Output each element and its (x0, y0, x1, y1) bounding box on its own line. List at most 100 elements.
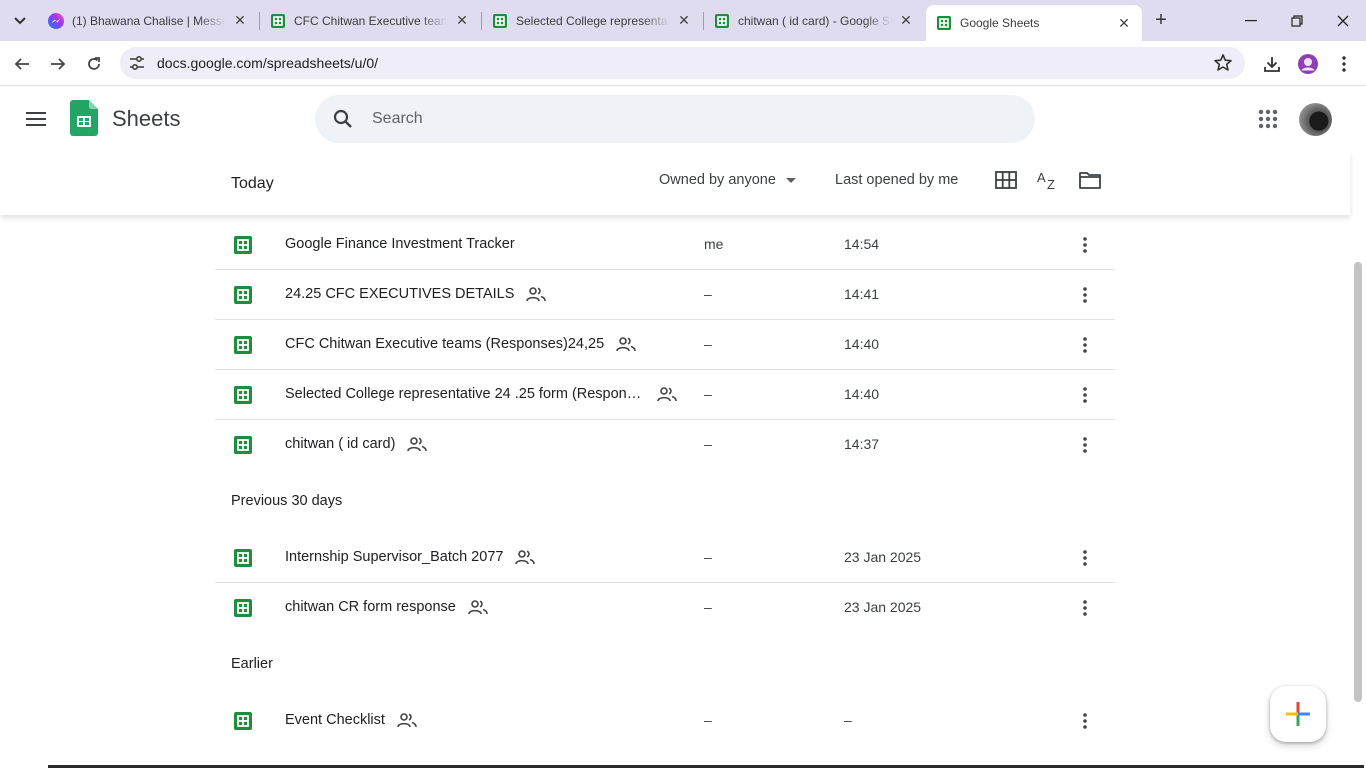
more-options-button[interactable] (1075, 433, 1095, 457)
scrollbar-thumb[interactable] (1354, 262, 1362, 702)
main-menu-icon[interactable] (22, 105, 50, 133)
more-options-button[interactable] (1075, 596, 1095, 620)
file-owner: – (704, 712, 712, 728)
tab-messenger[interactable]: (1) Bhawana Chalise | Messenger ✕ (38, 5, 258, 36)
more-options-button[interactable] (1075, 333, 1095, 357)
file-owner: – (704, 336, 712, 352)
tab-label: (1) Bhawana Chalise | Messenger (72, 13, 226, 28)
close-icon[interactable]: ✕ (232, 12, 248, 29)
sheets-icon (715, 13, 729, 28)
search-input[interactable]: Search (315, 95, 1035, 143)
file-row[interactable]: Google Finance Investment Tracker me 14:… (215, 220, 1115, 270)
bookmark-star-icon[interactable] (1213, 53, 1233, 73)
account-avatar[interactable] (1299, 103, 1332, 136)
restore-button[interactable] (1274, 0, 1320, 41)
file-list-header: Today Owned by anyone Last opened by me … (0, 151, 1350, 215)
kebab-menu-icon (1083, 713, 1087, 729)
google-apps-icon[interactable] (1256, 107, 1280, 131)
reload-icon (88, 57, 100, 70)
shared-people-icon (616, 337, 636, 352)
file-row[interactable]: chitwan ( id card) – 14:37 (215, 420, 1115, 470)
file-owner: – (704, 286, 712, 302)
tab-chitwan-id-card[interactable]: chitwan ( id card) - Google Sheets ✕ (704, 5, 924, 36)
file-row[interactable]: Event Checklist – – (215, 696, 1115, 746)
app-title[interactable]: Sheets (112, 106, 181, 132)
address-toolbar: docs.google.com/spreadsheets/u/0/ (0, 41, 1366, 86)
sheets-logo-icon[interactable] (70, 100, 98, 136)
tab-label: Google Sheets (960, 16, 1040, 30)
sheets-file-icon (234, 712, 252, 730)
site-settings-icon (130, 55, 144, 71)
svg-text:A: A (1037, 170, 1046, 185)
file-title: Event Checklist (285, 712, 385, 728)
file-row[interactable]: chitwan CR form response – 23 Jan 2025 (215, 583, 1115, 633)
file-last-opened: 14:40 (844, 386, 880, 402)
section-title-previous-30-days: Previous 30 days (231, 493, 343, 509)
tab-cfc-chitwan[interactable]: CFC Chitwan Executive teams ✕ (260, 5, 480, 36)
kebab-menu-icon (1342, 56, 1346, 72)
file-last-opened: 14:40 (844, 336, 880, 352)
arrow-right-icon (51, 58, 66, 70)
close-icon[interactable]: ✕ (676, 12, 692, 29)
new-tab-button[interactable]: + (1150, 9, 1172, 31)
file-name: Google Finance Investment Tracker (285, 236, 515, 252)
download-icon (1264, 57, 1280, 72)
more-options-button[interactable] (1075, 709, 1095, 733)
profile-button[interactable] (1295, 51, 1321, 77)
minimize-icon (1245, 19, 1257, 21)
tab-google-sheets[interactable]: Google Sheets ✕ (926, 5, 1142, 41)
more-options-button[interactable] (1075, 546, 1095, 570)
omnibox[interactable]: docs.google.com/spreadsheets/u/0/ (120, 47, 1245, 79)
sort-by-button[interactable]: Last opened by me (835, 172, 958, 188)
file-row[interactable]: 24.25 CFC EXECUTIVES DETAILS – 14:41 (215, 270, 1115, 320)
more-options-button[interactable] (1075, 233, 1095, 257)
browser-menu-button[interactable] (1331, 51, 1357, 77)
file-title: Internship Supervisor_Batch 2077 (285, 549, 504, 565)
section-title-earlier: Earlier (231, 656, 273, 672)
folder-picker-icon[interactable] (1078, 168, 1102, 192)
more-options-button[interactable] (1075, 283, 1095, 307)
close-icon[interactable]: ✕ (454, 12, 470, 29)
file-row[interactable]: Internship Supervisor_Batch 2077 – 23 Ja… (215, 533, 1115, 583)
file-owner: – (704, 549, 712, 565)
tab-selected-college[interactable]: Selected College representative ✕ (482, 5, 702, 36)
tab-label: Selected College representative (516, 13, 670, 28)
create-new-spreadsheet-button[interactable] (1270, 686, 1326, 742)
file-row[interactable]: Selected College representative 24 .25 f… (215, 370, 1115, 420)
forward-button[interactable] (45, 51, 71, 77)
owner-filter-dropdown[interactable]: Owned by anyone (659, 172, 796, 188)
more-options-button[interactable] (1075, 383, 1095, 407)
sheets-icon (493, 13, 507, 28)
file-last-opened: 14:54 (844, 236, 880, 252)
file-last-opened: 23 Jan 2025 (844, 549, 922, 565)
file-owner: – (704, 436, 712, 452)
reload-button[interactable] (81, 51, 107, 77)
sheets-file-icon (234, 599, 252, 617)
file-last-opened: 23 Jan 2025 (844, 599, 922, 615)
shared-people-icon (515, 550, 536, 565)
close-icon[interactable]: ✕ (1116, 15, 1132, 31)
file-row[interactable]: CFC Chitwan Executive teams (Responses)2… (215, 320, 1115, 370)
arrow-left-icon (14, 58, 29, 70)
sort-az-icon[interactable]: A Z (1036, 168, 1060, 192)
file-title: 24.25 CFC EXECUTIVES DETAILS (285, 286, 515, 302)
sheets-file-icon (234, 286, 252, 304)
downloads-button[interactable] (1259, 51, 1285, 77)
search-icon[interactable] (331, 107, 355, 131)
close-window-button[interactable] (1320, 0, 1366, 41)
sheets-icon (937, 16, 951, 30)
restore-icon (1291, 14, 1303, 27)
dropdown-arrow-icon (785, 177, 796, 183)
file-name: CFC Chitwan Executive teams (Responses)2… (285, 336, 636, 352)
close-icon (1337, 15, 1349, 26)
tab-search-button[interactable] (6, 8, 34, 34)
back-button[interactable] (9, 51, 35, 77)
file-name: chitwan ( id card) (285, 436, 428, 452)
sheets-icon (271, 13, 285, 28)
sheets-header: Sheets Search (0, 87, 1366, 151)
grid-view-icon[interactable] (994, 168, 1018, 192)
close-icon[interactable]: ✕ (898, 12, 914, 29)
profile-avatar-icon (1298, 54, 1318, 74)
minimize-button[interactable] (1228, 0, 1274, 41)
shared-people-icon (407, 437, 428, 452)
